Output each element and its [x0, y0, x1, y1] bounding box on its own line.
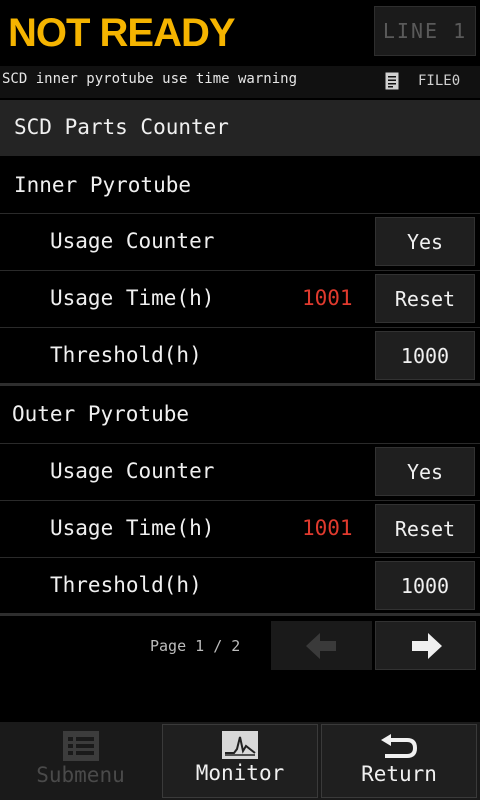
- divider: [0, 213, 480, 214]
- list-icon: [62, 731, 99, 761]
- return-icon: [381, 734, 418, 758]
- divider: [0, 500, 480, 501]
- return-label: Return: [361, 762, 437, 786]
- monitor-label: Monitor: [195, 761, 285, 785]
- return-button[interactable]: Return: [321, 724, 477, 798]
- divider: [0, 270, 480, 271]
- warning-message: SCD inner pyrotube use time warning: [2, 71, 298, 87]
- divider: [0, 443, 480, 444]
- usage-time-label: Usage Time(h): [50, 516, 215, 540]
- arrow-right-icon: [411, 632, 442, 659]
- monitor-graph-icon: [222, 731, 258, 759]
- outer-usage-counter-button[interactable]: Yes: [375, 447, 475, 496]
- usage-counter-label: Usage Counter: [50, 229, 215, 253]
- file-label: FILE0: [418, 73, 461, 89]
- group-divider: [0, 613, 480, 616]
- next-page-button[interactable]: [375, 621, 476, 670]
- submenu-button[interactable]: Submenu: [2, 724, 159, 798]
- section-title: SCD Parts Counter: [14, 115, 229, 139]
- group-title-inner-pyrotube: Inner Pyrotube: [14, 173, 192, 197]
- outer-usage-time-value: 1001: [302, 516, 353, 540]
- inner-usage-time-value: 1001: [302, 286, 353, 310]
- outer-threshold-button[interactable]: 1000: [375, 561, 475, 610]
- group-divider: [0, 383, 480, 386]
- outer-reset-button[interactable]: Reset: [375, 504, 475, 553]
- document-icon: [385, 72, 399, 90]
- divider: [0, 557, 480, 558]
- prev-page-button[interactable]: [271, 621, 372, 670]
- divider: [0, 327, 480, 328]
- line-button[interactable]: LINE 1: [374, 6, 476, 56]
- monitor-button[interactable]: Monitor: [162, 724, 318, 798]
- group-title-outer-pyrotube: Outer Pyrotube: [12, 402, 190, 426]
- submenu-label: Submenu: [36, 763, 125, 787]
- threshold-label: Threshold(h): [50, 343, 202, 367]
- usage-time-label: Usage Time(h): [50, 286, 215, 310]
- inner-usage-counter-button[interactable]: Yes: [375, 217, 475, 266]
- status-title: NOT READY: [8, 11, 236, 55]
- threshold-label: Threshold(h): [50, 573, 202, 597]
- inner-reset-button[interactable]: Reset: [375, 274, 475, 323]
- usage-counter-label: Usage Counter: [50, 459, 215, 483]
- arrow-left-icon: [305, 632, 336, 659]
- page-indicator: Page 1 / 2: [150, 637, 241, 655]
- inner-threshold-button[interactable]: 1000: [375, 331, 475, 380]
